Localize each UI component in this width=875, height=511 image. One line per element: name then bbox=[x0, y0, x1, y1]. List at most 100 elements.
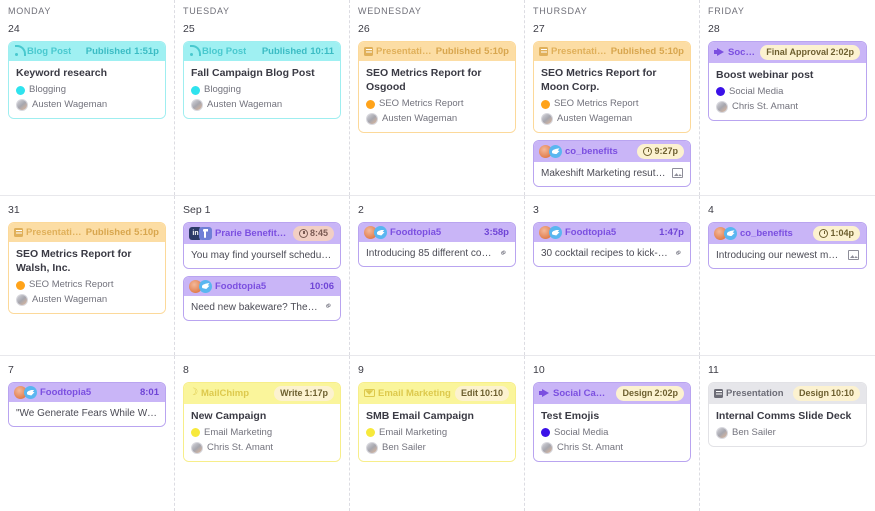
day-cell-2[interactable]: 2 Foodtopia5 3:58p Introducing 85 different… bbox=[350, 196, 525, 355]
social-post-card[interactable]: Foodtopia5 1:47p 30 cocktail recipes to ki… bbox=[533, 222, 691, 267]
twitter-icon bbox=[24, 386, 37, 399]
task-card[interactable]: Presentation Design 10:10 Internal Comms Sl… bbox=[708, 382, 867, 447]
card-header[interactable]: Social Campa... Design2:02p bbox=[534, 383, 690, 404]
day-cell-25[interactable]: TUESDAY 25 Blog Post Published 10:11 Fall Cam… bbox=[175, 0, 350, 195]
social-post-card[interactable]: Foodtopia5 3:58p Introducing 85 different … bbox=[358, 222, 516, 267]
link-icon[interactable]: ⚭ bbox=[672, 246, 685, 260]
rss-icon bbox=[14, 47, 24, 57]
day-number: 10 bbox=[533, 364, 545, 376]
day-cell-4[interactable]: 4 co_benefits 1:04p Introducing our newest … bbox=[700, 196, 875, 355]
scheduled-time-badge[interactable]: 1:04p bbox=[813, 226, 860, 241]
status-badge[interactable]: Edit 10:10 bbox=[454, 386, 509, 401]
day-cell-11[interactable]: 11 Presentation Design 10:10 Internal Comms … bbox=[700, 356, 875, 511]
card-header[interactable]: Presentation Published 5:10p bbox=[534, 42, 690, 61]
day-cell-sep-1[interactable]: Sep 1 in Prarie Benefits ... 8:45 You may fi… bbox=[175, 196, 350, 355]
card-header-left: Presentation bbox=[14, 226, 82, 239]
card-body[interactable]: Introducing 85 different cooki... ⚭ bbox=[359, 242, 515, 266]
task-card[interactable]: Blog Post Published 1:51p Keyword research B… bbox=[8, 41, 166, 119]
day-cell-27[interactable]: THURSDAY 27 Presentation Published 5:10p SEO … bbox=[525, 0, 700, 195]
tag-label: Social Media bbox=[554, 426, 609, 438]
status-badge[interactable]: Design 10:10 bbox=[792, 386, 860, 401]
task-card[interactable]: Presentation Published 5:10p SEO Metrics Re… bbox=[8, 222, 166, 314]
status-badge[interactable]: Design 2:02p bbox=[616, 386, 684, 401]
tag-color-dot bbox=[16, 85, 25, 95]
social-post-card[interactable]: Foodtopia5 8:01 "We Generate Fears While W… bbox=[8, 382, 166, 427]
card-header[interactable]: Presentation Published 5:10p bbox=[359, 42, 515, 61]
social-post-card[interactable]: co_benefits 9:27p Makeshift Marketing resu… bbox=[533, 140, 691, 187]
card-body[interactable]: Makeshift Marketing resuts in... bbox=[534, 161, 690, 186]
day-cell-9[interactable]: 9 Email Marketing Edit 10:10 SMB Email Campa… bbox=[350, 356, 525, 511]
mailchimp-icon: ☽ bbox=[189, 387, 198, 399]
task-card[interactable]: Social ... Final Approval2:02p Boost webin… bbox=[708, 41, 867, 121]
task-card[interactable]: Presentation Published 5:10p SEO Metrics Re… bbox=[533, 41, 691, 133]
card-header[interactable]: Presentation Published 5:10p bbox=[9, 223, 165, 242]
post-text: Introducing 85 different cooki... bbox=[366, 248, 495, 259]
card-header[interactable]: co_benefits 9:27p bbox=[534, 141, 690, 162]
link-icon[interactable]: ⚭ bbox=[322, 300, 335, 314]
card-body[interactable]: Introducing our newest memb... bbox=[709, 243, 866, 268]
day-cell-7[interactable]: 7 Foodtopia5 8:01 "We Generate Fears While … bbox=[0, 356, 175, 511]
card-header[interactable]: co_benefits 1:04p bbox=[709, 223, 866, 244]
task-tag-row: SEO Metrics Report bbox=[16, 278, 158, 292]
card-header[interactable]: Presentation Design 10:10 bbox=[709, 383, 866, 404]
card-body[interactable]: SMB Email Campaign Email Marketing Ben Sai… bbox=[359, 403, 515, 461]
day-cell-26[interactable]: WEDNESDAY 26 Presentation Published 5:10p SEO… bbox=[350, 0, 525, 195]
avatar bbox=[366, 113, 378, 125]
image-icon[interactable] bbox=[672, 168, 683, 178]
status-time: 5:10p bbox=[659, 46, 684, 57]
scheduled-time-badge[interactable]: 9:27p bbox=[637, 144, 684, 159]
card-body[interactable]: Keyword research Blogging Austen Wageman bbox=[9, 61, 165, 118]
card-header-left: Presentation bbox=[539, 45, 607, 58]
task-card[interactable]: Social Campa... Design2:02p Test Emojis Soc… bbox=[533, 382, 691, 462]
card-body[interactable]: SEO Metrics Report for Moon Corp. SEO Met… bbox=[534, 61, 690, 132]
card-body[interactable]: Need new bakeware? These ... ⚭ bbox=[184, 295, 340, 320]
card-header[interactable]: Blog Post Published 10:11 bbox=[184, 42, 340, 61]
link-icon[interactable]: ⚭ bbox=[497, 246, 510, 260]
social-post-card[interactable]: Foodtopia5 10:06 Need new bakeware? These … bbox=[183, 275, 341, 321]
status-time: 2:02p bbox=[654, 388, 678, 398]
card-body[interactable]: 30 cocktail recipes to kick-off... ⚭ bbox=[534, 242, 690, 266]
card-header[interactable]: Social ... Final Approval2:02p bbox=[709, 42, 866, 63]
card-body[interactable]: Internal Comms Slide Deck Ben Sailer bbox=[709, 403, 866, 446]
week-row: 31 Presentation Published 5:10p SEO Metrics … bbox=[0, 196, 875, 356]
card-header[interactable]: Email Marketing Edit 10:10 bbox=[359, 383, 515, 404]
card-body[interactable]: SEO Metrics Report for Walsh, Inc. SEO Me… bbox=[9, 242, 165, 313]
card-body[interactable]: Fall Campaign Blog Post Blogging Austen Wa… bbox=[184, 61, 340, 118]
card-header[interactable]: ☽ MailChimp Write 1:17p bbox=[184, 383, 340, 404]
card-body[interactable]: "We Generate Fears While We S... bbox=[9, 402, 165, 426]
envelope-icon bbox=[364, 389, 375, 398]
status-badge[interactable]: Write 1:17p bbox=[274, 386, 334, 401]
day-cell-8[interactable]: 8 ☽ MailChimp Write 1:17p New Campaign Email M… bbox=[175, 356, 350, 511]
card-body[interactable]: New Campaign Email Marketing Chris St. Ama… bbox=[184, 403, 340, 461]
task-card[interactable]: Presentation Published 5:10p SEO Metrics Re… bbox=[358, 41, 516, 133]
task-card[interactable]: Blog Post Published 10:11 Fall Campaign Blo… bbox=[183, 41, 341, 119]
tag-color-dot bbox=[716, 87, 725, 96]
card-header[interactable]: Foodtopia5 1:47p bbox=[534, 223, 690, 242]
card-body[interactable]: Boost webinar post Social Media Chris St. … bbox=[709, 62, 866, 120]
social-post-card[interactable]: in Prarie Benefits ... 8:45 You may find yo… bbox=[183, 222, 341, 269]
image-icon[interactable] bbox=[848, 250, 859, 260]
day-number: 25 bbox=[183, 23, 195, 35]
card-header[interactable]: Foodtopia5 8:01 bbox=[9, 383, 165, 402]
card-body[interactable]: You may find yourself schedulin... bbox=[184, 243, 340, 268]
card-header[interactable]: Foodtopia5 3:58p bbox=[359, 223, 515, 242]
card-header[interactable]: Foodtopia5 10:06 bbox=[184, 276, 340, 296]
card-type-label: Email Marketing bbox=[378, 387, 451, 399]
card-header[interactable]: Blog Post Published 1:51p bbox=[9, 42, 165, 61]
weekday-header: WEDNESDAY bbox=[358, 6, 422, 16]
day-cell-10[interactable]: 10 Social Campa...Design2:02pTest EmojisS… bbox=[525, 356, 700, 511]
tag-label: Email Marketing bbox=[204, 426, 273, 438]
card-header-left: Presentation bbox=[364, 45, 432, 58]
status-badge[interactable]: Final Approval 2:02p bbox=[760, 45, 860, 60]
task-card[interactable]: Email Marketing Edit 10:10 SMB Email Campai… bbox=[358, 382, 516, 462]
day-cell-28[interactable]: FRIDAY 28 Social ... Final Approval2:02p Boo… bbox=[700, 0, 875, 195]
task-card[interactable]: ☽ MailChimp Write 1:17p New Campaign Email Ma… bbox=[183, 382, 341, 462]
card-header[interactable]: in Prarie Benefits ... 8:45 bbox=[184, 223, 340, 244]
social-post-card[interactable]: co_benefits 1:04p Introducing our newest m… bbox=[708, 222, 867, 269]
day-cell-31[interactable]: 31 Presentation Published 5:10p SEO Metrics … bbox=[0, 196, 175, 355]
card-body[interactable]: SEO Metrics Report for Osgood SEO Metrics… bbox=[359, 61, 515, 132]
day-cell-3[interactable]: 3 Foodtopia5 1:47p 30 cocktail recipes to k… bbox=[525, 196, 700, 355]
day-cell-24[interactable]: MONDAY 24 Blog Post Published 1:51p Keyword r… bbox=[0, 0, 175, 195]
scheduled-time-badge[interactable]: 8:45 bbox=[292, 226, 334, 241]
card-body[interactable]: Test Emojis Social Media Chris St. Amant bbox=[534, 403, 690, 461]
